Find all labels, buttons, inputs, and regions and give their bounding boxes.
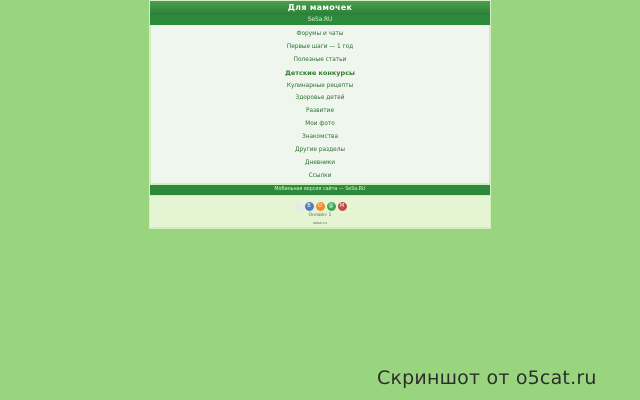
mobile-panel: Для мамочек SeSa.RU Форумы и чаты Первые… bbox=[149, 0, 491, 229]
page-title: Для мамочек bbox=[150, 1, 490, 15]
main-menu: Форумы и чаты Первые шаги — 1 год Полезн… bbox=[151, 25, 489, 183]
online-counter: Онлайн: 1 bbox=[308, 213, 332, 218]
menu-item-articles[interactable]: Полезные статьи bbox=[151, 54, 489, 67]
subheader-bar: SeSa.RU bbox=[150, 15, 490, 25]
site-link[interactable]: SeSa.RU bbox=[308, 15, 333, 25]
site-footer: sesa.ru bbox=[313, 220, 327, 225]
menu-item-diaries[interactable]: Дневники bbox=[151, 157, 489, 170]
menu-item-health[interactable]: Здоровье детей bbox=[151, 92, 489, 105]
menu-item-recipes[interactable]: Кулинарные рецепты bbox=[151, 80, 489, 93]
menu-item-photos[interactable]: Мои фото bbox=[151, 118, 489, 131]
menu-item-other[interactable]: Другие разделы bbox=[151, 144, 489, 157]
social-icons: В О @ М bbox=[150, 202, 490, 211]
mm-icon[interactable]: М bbox=[337, 202, 347, 211]
watermark: Скриншот от o5cat.ru bbox=[377, 367, 597, 389]
footer-area: В О @ М Онлайн: 1 sesa.ru bbox=[150, 196, 490, 227]
menu-item-links[interactable]: Ссылки bbox=[151, 170, 489, 183]
circle-icon[interactable] bbox=[293, 202, 303, 211]
menu-item-development[interactable]: Развитие bbox=[151, 105, 489, 118]
footer-bar: Мобильная версия сайта — SeSa.RU bbox=[150, 185, 490, 195]
menu-item-contests[interactable]: Детские конкурсы bbox=[151, 67, 489, 80]
menu-item-first-steps[interactable]: Первые шаги — 1 год bbox=[151, 41, 489, 54]
mail-icon[interactable]: @ bbox=[326, 202, 336, 211]
vk-icon[interactable]: В bbox=[304, 202, 314, 211]
menu-item-dating[interactable]: Знакомства bbox=[151, 131, 489, 144]
menu-item-forums[interactable]: Форумы и чаты bbox=[151, 28, 489, 41]
ok-icon[interactable]: О bbox=[315, 202, 325, 211]
